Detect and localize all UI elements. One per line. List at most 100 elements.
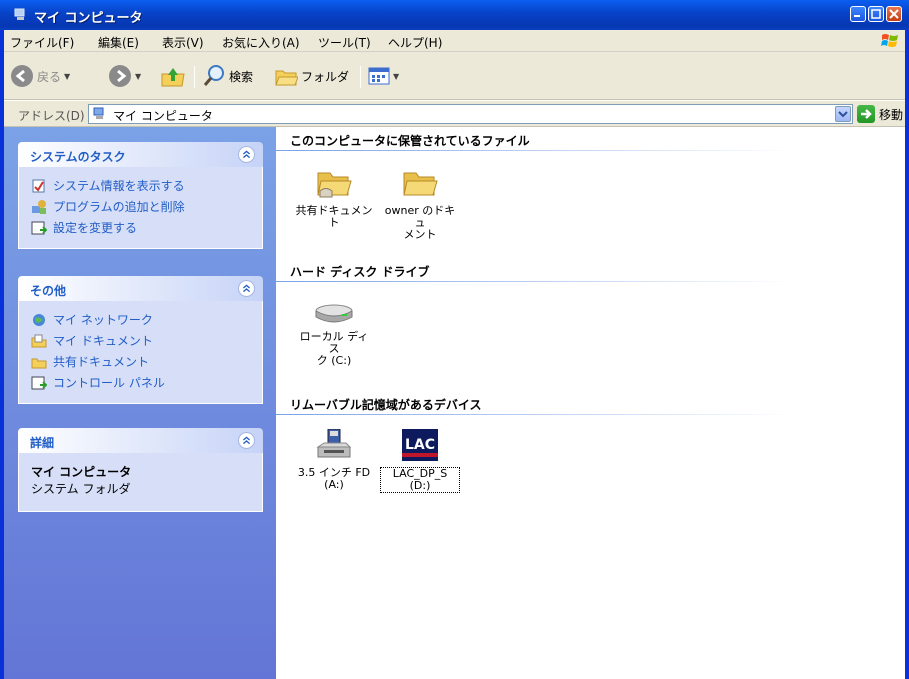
task-label: 設定を変更する (53, 221, 138, 235)
close-icon (889, 9, 899, 19)
item-lac-drive-d[interactable]: LAC LAC_DP_S (D:) (380, 429, 460, 493)
search-button[interactable]: 検索 (202, 63, 253, 89)
system-tasks-panel: システムのタスク システム情報を表示する プログラムの追加と削除 設定を変更する (18, 142, 263, 249)
forward-arrow-icon (109, 65, 131, 87)
group-title-hdd: ハード ディスク ドライブ (290, 265, 430, 279)
item-label: owner のドキュ メント (384, 204, 456, 241)
task-change-setting[interactable]: 設定を変更する (31, 217, 262, 238)
address-input[interactable]: マイ コンピュータ (88, 104, 853, 124)
chevron-down-icon (838, 111, 848, 118)
address-value: マイ コンピュータ (113, 109, 213, 123)
content-pane: このコンピュータに保管されているファイル 共有ドキュメント owner のドキュ… (276, 127, 905, 679)
folders-label: フォルダ (301, 69, 350, 84)
my-computer-icon (93, 107, 104, 119)
toolbar-separator (194, 66, 195, 88)
menu-edit[interactable]: 編集(E) (98, 34, 139, 51)
forward-dropdown-icon[interactable]: ▼ (135, 72, 141, 81)
task-view-system-info[interactable]: システム情報を表示する (31, 175, 262, 196)
forward-button[interactable]: ▼ (108, 63, 141, 89)
network-icon (33, 313, 45, 326)
my-documents-icon (31, 334, 47, 347)
task-add-remove-programs[interactable]: プログラムの追加と削除 (31, 196, 262, 217)
place-label: マイ ドキュメント (53, 334, 153, 348)
shared-folder-icon (31, 358, 47, 368)
toolbar-separator (360, 66, 361, 88)
item-shared-documents[interactable]: 共有ドキュメント (294, 167, 374, 229)
place-control-panel[interactable]: コントロール パネル (31, 372, 262, 393)
collapse-chevron-icon[interactable] (238, 432, 255, 449)
folders-icon (275, 70, 298, 86)
group-divider (276, 414, 796, 415)
task-label: システム情報を表示する (53, 179, 185, 193)
menu-help[interactable]: ヘルプ(H) (388, 34, 442, 51)
shared-folder-icon (317, 172, 352, 198)
address-dropdown-button[interactable] (835, 106, 851, 122)
search-icon (203, 65, 224, 86)
lac-drive-icon: LAC (402, 429, 438, 461)
place-label: コントロール パネル (53, 376, 165, 390)
other-places-title: その他 (30, 284, 67, 298)
place-my-network[interactable]: マイ ネットワーク (31, 309, 262, 330)
back-dropdown-icon[interactable]: ▼ (64, 72, 70, 81)
title-bar[interactable]: マイ コンピュータ (0, 0, 909, 30)
settings-icon (31, 221, 47, 234)
task-pane: システムのタスク システム情報を表示する プログラムの追加と削除 設定を変更する… (4, 127, 276, 679)
up-folder-icon (161, 68, 185, 87)
other-places-header[interactable]: その他 (18, 276, 263, 301)
svg-text:LAC: LAC (405, 437, 435, 453)
minimize-icon (854, 15, 860, 17)
control-panel-icon (31, 376, 47, 389)
menu-view[interactable]: 表示(V) (162, 34, 204, 51)
details-panel: 詳細 マイ コンピュータ システム フォルダ (18, 428, 263, 512)
maximize-button[interactable] (868, 6, 884, 22)
place-label: マイ ネットワーク (53, 313, 153, 327)
maximize-icon (871, 9, 881, 19)
folders-button[interactable]: フォルダ (274, 63, 349, 89)
window-title: マイ コンピュータ (34, 11, 143, 26)
search-label: 検索 (229, 69, 254, 84)
place-shared-documents[interactable]: 共有ドキュメント (31, 351, 262, 372)
close-button[interactable] (886, 6, 902, 22)
views-button[interactable]: ▼ (368, 63, 399, 89)
place-label: 共有ドキュメント (53, 355, 150, 369)
details-name: マイ コンピュータ (31, 465, 132, 479)
group-title-removable: リムーバブル記憶域があるデバイス (290, 398, 482, 412)
address-label: アドレス(D) (18, 109, 85, 123)
up-folder-button[interactable] (160, 63, 186, 89)
details-header[interactable]: 詳細 (18, 428, 263, 453)
address-bar: アドレス(D) マイ コンピュータ 移動 (4, 101, 905, 127)
item-floppy-a[interactable]: 3.5 インチ FD (A:) (294, 429, 374, 491)
menu-favorites[interactable]: お気に入り(A) (222, 34, 300, 51)
my-computer-icon (14, 8, 25, 20)
item-local-disk-c[interactable]: ローカル ディスク (C:) (294, 303, 374, 367)
menu-tools[interactable]: ツール(T) (318, 34, 371, 51)
details-title: 詳細 (30, 436, 55, 450)
windows-logo-icon (881, 34, 898, 47)
go-button[interactable]: 移動 (857, 105, 903, 123)
details-type: システム フォルダ (31, 482, 131, 496)
views-dropdown-icon[interactable]: ▼ (393, 72, 399, 81)
system-tasks-header[interactable]: システムのタスク (18, 142, 263, 167)
minimize-button[interactable] (850, 6, 866, 22)
system-tasks-title: システムのタスク (30, 150, 126, 164)
item-label: LAC_DP_S (D:) (380, 467, 460, 493)
task-label: プログラムの追加と削除 (53, 200, 185, 214)
collapse-chevron-icon[interactable] (238, 146, 255, 163)
item-owner-documents[interactable]: owner のドキュ メント (380, 167, 460, 241)
item-label: ローカル ディスク (C:) (299, 330, 369, 367)
back-button[interactable]: 戻る ▼ (10, 63, 70, 89)
group-divider (276, 150, 796, 151)
other-places-panel: その他 マイ ネットワーク マイ ドキュメント 共有ドキュメント コントロール … (18, 276, 263, 404)
go-label: 移動 (879, 107, 904, 122)
group-divider (276, 281, 796, 282)
collapse-chevron-icon[interactable] (238, 280, 255, 297)
standard-toolbar: 戻る ▼ ▼ 検索 フォルダ ▼ (4, 52, 905, 100)
menu-file[interactable]: ファイル(F) (10, 34, 74, 51)
back-label: 戻る (37, 69, 62, 84)
hard-drive-icon (315, 304, 353, 323)
place-my-documents[interactable]: マイ ドキュメント (31, 330, 262, 351)
item-label: 3.5 インチ FD (A:) (297, 466, 371, 491)
add-remove-programs-icon (32, 199, 46, 214)
group-title-files: このコンピュータに保管されているファイル (290, 134, 530, 148)
folder-icon (403, 172, 438, 196)
